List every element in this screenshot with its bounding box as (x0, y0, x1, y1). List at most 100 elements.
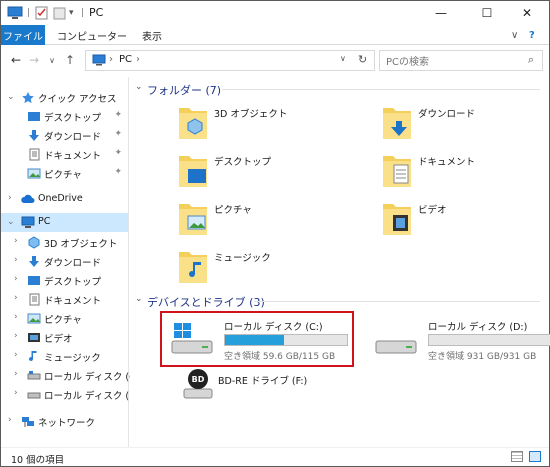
folder-label: ミュージック (214, 253, 271, 264)
address-separator-1[interactable]: › (109, 54, 113, 65)
new-folder-qa-icon[interactable] (53, 5, 66, 21)
search-icon: ⌕ (527, 53, 534, 66)
folder-label: ビデオ (418, 205, 447, 216)
video-icon (27, 331, 41, 344)
minimize-button[interactable]: — (423, 1, 459, 25)
folder-3d-icon (179, 108, 207, 139)
chevron-down-icon[interactable]: ⌄ (135, 294, 143, 304)
tab-computer[interactable]: コンピューター (57, 25, 127, 45)
pc-address-icon (92, 54, 106, 66)
nav-pc-videos[interactable]: › ビデオ (1, 328, 128, 347)
nav-label: ピクチャ (44, 315, 82, 326)
pin-icon[interactable]: ✦ (114, 148, 122, 158)
folder-3d-objects[interactable]: 3D オブジェクト (178, 103, 368, 143)
details-view-icon[interactable] (511, 451, 523, 462)
pin-icon[interactable]: ✦ (114, 167, 122, 177)
address-dropdown-icon[interactable]: ∨ (340, 54, 346, 63)
nav-qa-pictures[interactable]: ピクチャ ✦ (1, 164, 128, 183)
search-input[interactable]: PCの検索 ⌕ (379, 50, 543, 71)
nav-pc-pictures[interactable]: › ピクチャ (1, 309, 128, 328)
title-bar: | ▾ | PC — ☐ ✕ (1, 1, 549, 25)
explorer-window: | ▾ | PC — ☐ ✕ ファイル コンピューター 表示 ∨ ? ← → ∨… (0, 0, 550, 467)
folder-pictures[interactable]: ピクチャ (178, 199, 368, 239)
folder-label: ピクチャ (214, 205, 252, 216)
chevron-right-icon[interactable]: › (14, 369, 18, 379)
nav-pc-downloads[interactable]: › ダウンロード (1, 252, 128, 271)
bd-drive-icon: BD (183, 369, 213, 399)
up-button[interactable]: ↑ (63, 52, 77, 68)
drive-f[interactable]: BD BD-RE ドライブ (F:) (168, 367, 358, 413)
chevron-right-icon[interactable]: › (14, 293, 18, 303)
nav-quick-access[interactable]: ⌄ クイック アクセス (1, 88, 128, 107)
pin-icon[interactable]: ✦ (114, 129, 122, 139)
drive-d-free-space: 空き領域 931 GB/931 GB (428, 352, 537, 362)
chevron-right-icon[interactable]: › (8, 193, 12, 203)
highlight-box (160, 311, 354, 367)
nav-onedrive[interactable]: › OneDrive (1, 190, 128, 209)
recent-locations-icon[interactable]: ∨ (45, 52, 59, 68)
nav-label: ミュージック (44, 353, 101, 364)
drive-d[interactable]: ローカル ディスク (D:) 空き領域 931 GB/931 GB (372, 317, 550, 363)
nav-qa-desktop[interactable]: デスクトップ ✦ (1, 107, 128, 126)
folder-desktop-icon (179, 156, 207, 187)
chevron-right-icon[interactable]: › (14, 236, 18, 246)
tab-view[interactable]: 表示 (142, 25, 162, 45)
chevron-right-icon[interactable]: › (14, 274, 18, 284)
nav-pc[interactable]: ⌄ PC (1, 213, 128, 232)
nav-label: デスクトップ (44, 113, 102, 124)
folder-documents[interactable]: ドキュメント (382, 151, 550, 191)
folder-downloads[interactable]: ダウンロード (382, 103, 550, 143)
maximize-button[interactable]: ☐ (469, 1, 505, 25)
nav-network[interactable]: › ネットワーク (1, 412, 128, 431)
nav-label: ドキュメント (44, 296, 102, 307)
tab-file[interactable]: ファイル (1, 25, 45, 45)
devices-section-header[interactable]: ⌄ デバイスとドライブ (3) (130, 293, 549, 309)
qa-dropdown-icon[interactable]: ▾ (69, 5, 74, 21)
folder-label: デスクトップ (214, 157, 272, 168)
address-separator-2[interactable]: › (136, 54, 140, 65)
download-arrow-icon (27, 129, 41, 142)
folder-label: 3D オブジェクト (214, 109, 288, 120)
nav-qa-downloads[interactable]: ダウンロード ✦ (1, 126, 128, 145)
chevron-right-icon[interactable]: › (14, 255, 18, 265)
nav-pc-local-disk-d[interactable]: › ローカル ディスク (D:) (1, 385, 143, 404)
close-button[interactable]: ✕ (509, 1, 545, 25)
nav-qa-documents[interactable]: ドキュメント ✦ (1, 145, 128, 164)
content-pane: ⌄ フォルダー (7) 3D オブジェクト ダウンロード デスクトップ ドキュメ… (130, 77, 550, 447)
chevron-down-icon[interactable]: ⌄ (7, 92, 15, 102)
address-path[interactable]: PC (119, 54, 132, 65)
drive-d-usage-bar (428, 334, 550, 346)
nav-pc-3d-objects[interactable]: › 3D オブジェクト (1, 233, 128, 252)
chevron-right-icon[interactable]: › (8, 415, 12, 425)
nav-label: ローカル ディスク (C:) (44, 372, 143, 383)
document-icon (27, 293, 41, 306)
forward-button[interactable]: → (27, 52, 41, 68)
nav-pc-documents[interactable]: › ドキュメント (1, 290, 128, 309)
chevron-right-icon[interactable]: › (14, 388, 18, 398)
chevron-right-icon[interactable]: › (14, 312, 18, 322)
folder-download-icon (383, 108, 411, 139)
large-icons-view-icon[interactable] (529, 451, 541, 462)
properties-icon[interactable] (35, 5, 48, 21)
nav-pc-music[interactable]: › ミュージック (1, 347, 128, 366)
chevron-down-icon[interactable]: ⌄ (135, 82, 143, 92)
chevron-right-icon[interactable]: › (14, 331, 18, 341)
folder-desktop[interactable]: デスクトップ (178, 151, 368, 191)
qa-separator-1: | (27, 8, 31, 18)
folder-video-icon (383, 204, 411, 235)
nav-pc-desktop[interactable]: › デスクトップ (1, 271, 128, 290)
pin-icon[interactable]: ✦ (114, 110, 122, 120)
folder-videos[interactable]: ビデオ (382, 199, 550, 239)
ribbon-expand-icon[interactable]: ∨ (511, 25, 518, 45)
item-count: 10 個の項目 (11, 455, 65, 466)
pc-window-icon[interactable] (7, 5, 23, 21)
folders-section-header[interactable]: ⌄ フォルダー (7) (130, 81, 549, 97)
nav-pc-local-disk-c[interactable]: › ローカル ディスク (C:) (1, 366, 143, 385)
refresh-icon[interactable]: ↻ (358, 53, 367, 66)
help-icon[interactable]: ? (529, 25, 535, 45)
address-bar[interactable]: › PC › ∨ ↻ (85, 50, 375, 71)
chevron-right-icon[interactable]: › (14, 350, 18, 360)
folder-music[interactable]: ミュージック (178, 247, 368, 287)
back-button[interactable]: ← (9, 52, 23, 68)
chevron-down-icon[interactable]: ⌄ (7, 217, 15, 227)
